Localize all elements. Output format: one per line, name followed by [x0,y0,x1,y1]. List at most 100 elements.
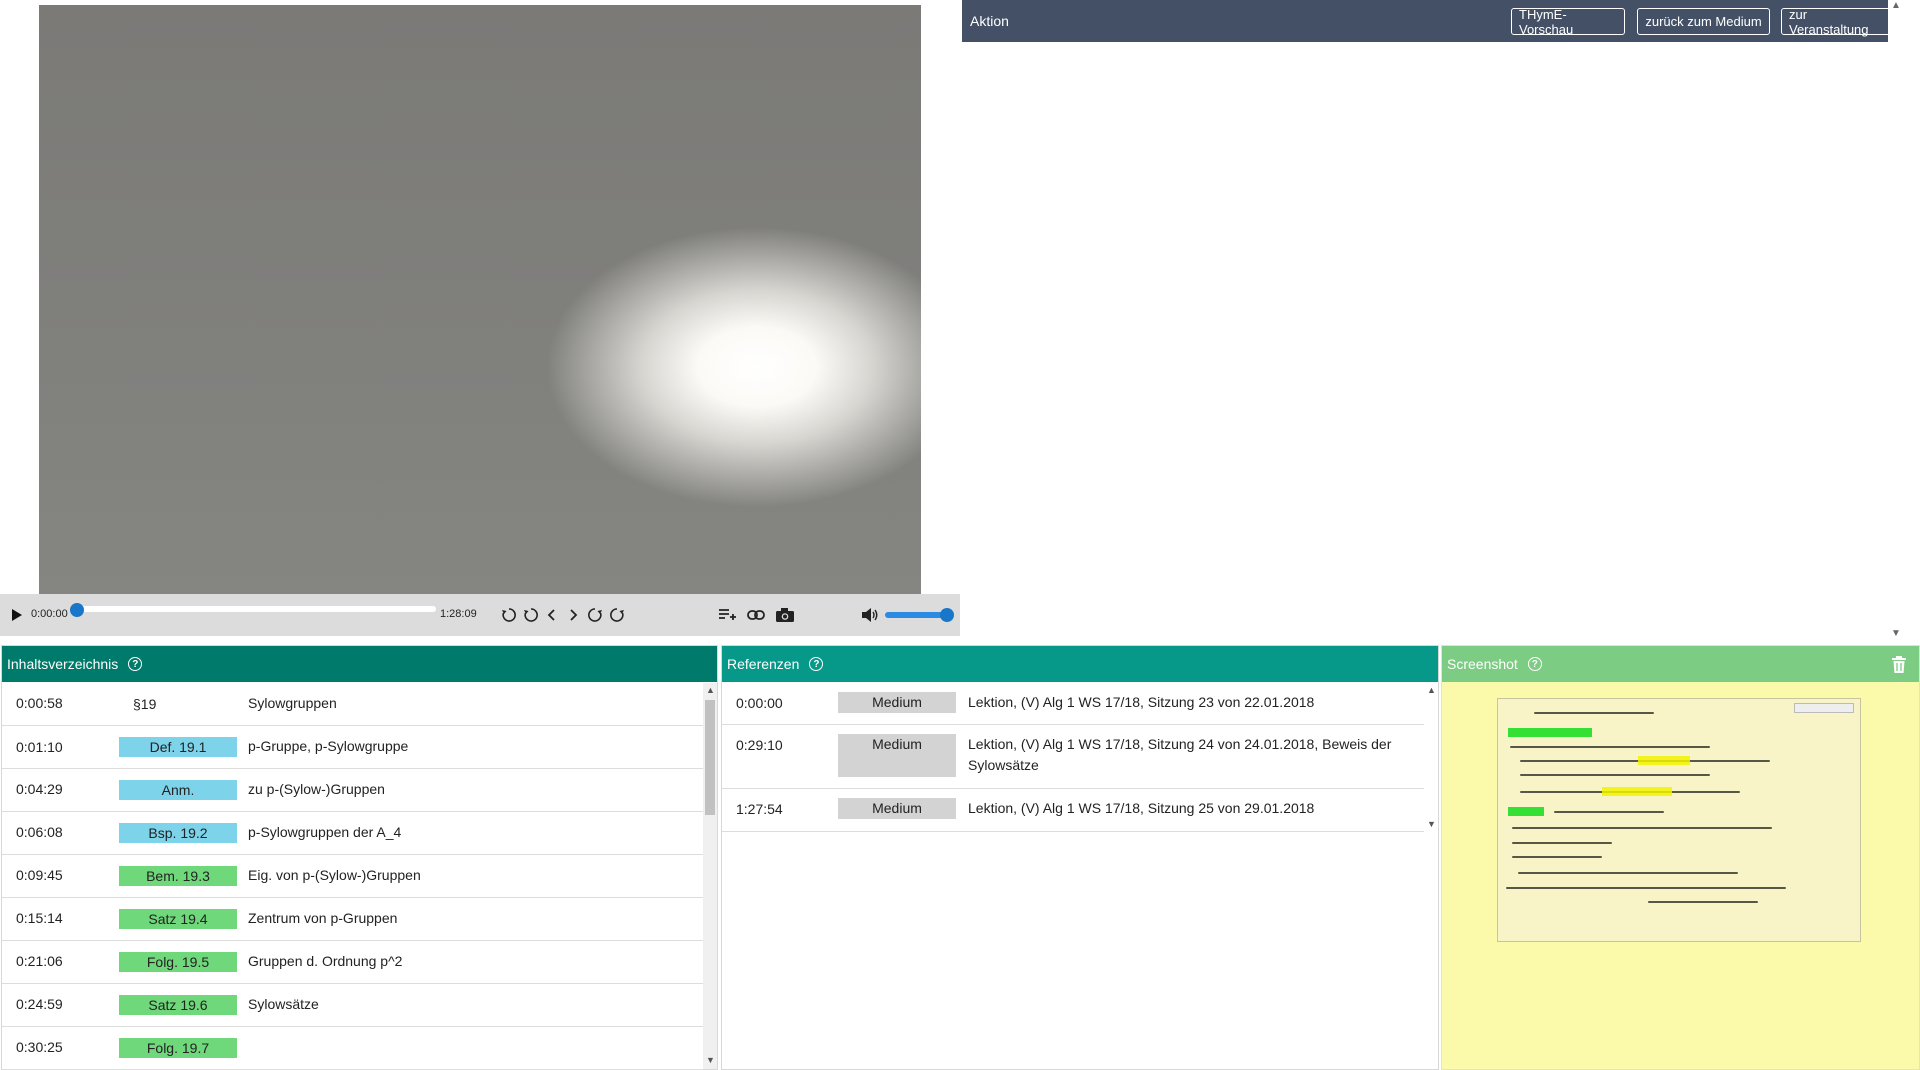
reference-time[interactable]: 1:27:54 [736,801,783,817]
toc-description: zu p-(Sylow-)Gruppen [248,781,385,797]
forward-5-icon[interactable] [585,594,605,636]
toc-tag: Def. 19.1 [119,737,237,757]
toc-row[interactable]: 0:15:14 Satz 19.4 Zentrum von p-Gruppen [2,898,703,941]
toc-description: Sylowgruppen [248,695,337,711]
action-title: Aktion [970,13,1009,29]
scroll-up-icon[interactable]: ▲ [706,685,715,695]
video-player: 0:00:00 1:28:09 [0,0,960,636]
reference-time[interactable]: 0:29:10 [736,737,783,753]
duration: 1:28:09 [440,608,477,620]
toc-title: Inhaltsverzeichnis [7,656,119,672]
toc-scroll-thumb[interactable] [705,700,715,815]
toc-tag: §19 [133,696,157,712]
reference-row[interactable]: 1:27:54 Medium Lektion, (V) Alg 1 WS 17/18… [722,789,1424,832]
toc-row[interactable]: 0:01:10 Def. 19.1 p-Gruppe, p-Sylowgruppe [2,726,703,769]
reference-row[interactable]: 0:00:00 Medium Lektion, (V) Alg 1 WS 17/18… [722,683,1424,725]
thyme-preview-button[interactable]: THymE-Vorschau [1511,7,1625,37]
play-icon[interactable] [8,594,26,636]
page-scrollbar[interactable]: ▲ ▼ [1888,0,1904,642]
handwriting-line [1512,856,1602,858]
forward-10-icon[interactable] [607,594,627,636]
toc-time[interactable]: 0:04:29 [16,781,63,797]
toc-time[interactable]: 0:00:58 [16,695,63,711]
volume-icon[interactable] [860,594,880,636]
references-header: Referenzen ? [722,646,1438,682]
to-course-button[interactable]: zur Veranstaltung [1781,7,1893,37]
toc-time[interactable]: 0:15:14 [16,910,63,926]
add-to-playlist-icon[interactable] [716,594,738,636]
reference-type-badge: Medium [838,692,956,713]
toc-row[interactable]: 0:24:59 Satz 19.6 Sylowsätze [2,984,703,1027]
references-panel: Referenzen ? 0:00:00 Medium Lektion, (V) A… [721,645,1439,1070]
handwriting-line [1518,872,1738,874]
handwriting-line [1520,774,1710,776]
help-icon[interactable]: ? [809,657,824,671]
toc-description: Zentrum von p-Gruppen [248,910,398,926]
screenshot-panel: Screenshot ? [1441,645,1920,1070]
reference-description[interactable]: Lektion, (V) Alg 1 WS 17/18, Sitzung 23 … [968,692,1398,713]
toc-time[interactable]: 0:06:08 [16,824,63,840]
trash-icon[interactable] [1891,655,1907,677]
toc-panel: Inhaltsverzeichnis ? 0:00:58 §19 Sylowgrup… [1,645,718,1070]
rewind-5-icon[interactable] [521,594,541,636]
toc-list: 0:00:58 §19 Sylowgruppen 0:01:10 Def. 19.1 p-… [2,683,703,1070]
app-root: { "video": { "current_time": "0:00:00", … [0,0,1920,1070]
toc-description: p-Sylowgruppen der A_4 [248,824,402,840]
toc-description: Sylowsätze [248,996,319,1012]
toc-time[interactable]: 0:01:10 [16,739,63,755]
next-chapter-icon[interactable] [564,594,582,636]
volume-slider-thumb[interactable] [940,608,954,622]
scroll-down-icon[interactable]: ▼ [1891,628,1901,639]
reference-description[interactable]: Lektion, (V) Alg 1 WS 17/18, Sitzung 24 … [968,734,1398,776]
seek-thumb[interactable] [70,603,84,617]
screenshot-header: Screenshot ? [1442,646,1919,682]
back-to-medium-button[interactable]: zurück zum Medium [1637,8,1770,35]
reference-time[interactable]: 0:00:00 [736,695,783,711]
camera-icon[interactable] [774,594,796,636]
toc-row[interactable]: 0:04:29 Anm. zu p-(Sylow-)Gruppen [2,769,703,812]
scroll-up-icon[interactable]: ▲ [1427,685,1436,695]
help-icon[interactable]: ? [128,657,143,671]
toc-row[interactable]: 0:21:06 Folg. 19.5 Gruppen d. Ordnung p^2 [2,941,703,984]
toc-header: Inhaltsverzeichnis ? [2,646,717,682]
link-icon[interactable] [745,594,767,636]
toc-row[interactable]: 0:09:45 Bem. 19.3 Eig. von p-(Sylow-)Grupp… [2,855,703,898]
screenshot-ui-chrome [1794,703,1854,713]
scroll-down-icon[interactable]: ▼ [706,1055,715,1065]
toc-description: p-Gruppe, p-Sylowgruppe [248,738,409,754]
highlight-mark [1508,807,1544,816]
toc-time[interactable]: 0:30:25 [16,1039,63,1055]
video-frame[interactable] [39,5,921,594]
reference-type-badge: Medium [838,734,956,777]
rewind-10-icon[interactable] [499,594,519,636]
toc-time[interactable]: 0:21:06 [16,953,63,969]
highlight-mark [1638,756,1690,765]
help-icon[interactable]: ? [1527,657,1542,671]
toc-row[interactable]: 0:00:58 §19 Sylowgruppen [2,683,703,726]
toc-description: Gruppen d. Ordnung p^2 [248,953,403,969]
scroll-down-icon[interactable]: ▼ [1427,819,1436,829]
handwriting-line [1554,811,1664,813]
highlight-mark [1602,787,1672,796]
toc-tag: Folg. 19.7 [119,1038,237,1058]
toc-description: Eig. von p-(Sylow-)Gruppen [248,867,421,883]
handwriting-line [1648,901,1758,903]
action-header: Aktion THymE-Vorschau zurück zum Medium … [962,0,1902,42]
toc-tag: Anm. [119,780,237,800]
action-panel: Aktion THymE-Vorschau zurück zum Medium … [960,0,1904,642]
reference-row[interactable]: 0:29:10 Medium Lektion, (V) Alg 1 WS 17/18… [722,725,1424,789]
toc-time[interactable]: 0:09:45 [16,867,63,883]
handwriting-line [1506,887,1786,889]
toc-tag: Folg. 19.5 [119,952,237,972]
handwriting-line [1512,842,1612,844]
references-title: Referenzen [727,656,800,672]
scroll-up-icon[interactable]: ▲ [1891,0,1901,11]
toc-time[interactable]: 0:24:59 [16,996,63,1012]
references-scrollbar[interactable]: ▲ ▼ [1424,683,1438,833]
reference-description[interactable]: Lektion, (V) Alg 1 WS 17/18, Sitzung 25 … [968,798,1398,819]
toc-row[interactable]: 0:30:25 Folg. 19.7 [2,1027,703,1070]
previous-chapter-icon[interactable] [543,594,561,636]
seek-bar[interactable] [74,606,436,612]
toc-scrollbar[interactable]: ▲ ▼ [703,683,717,1069]
toc-row[interactable]: 0:06:08 Bsp. 19.2 p-Sylowgruppen der A_4 [2,812,703,855]
